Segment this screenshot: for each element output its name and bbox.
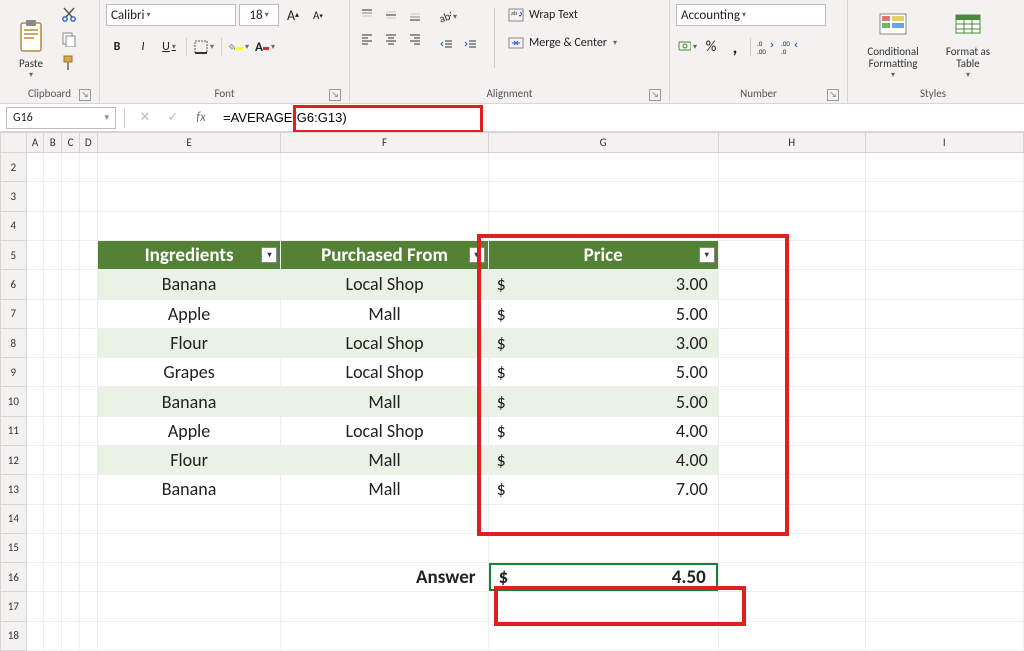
paste-label: Paste: [19, 57, 43, 70]
enter-formula-icon[interactable]: ✓: [163, 110, 183, 125]
align-left-icon[interactable]: [356, 28, 378, 50]
paste-button[interactable]: Paste ▾: [6, 4, 56, 82]
table-row[interactable]: Banana: [97, 475, 281, 504]
font-color-button[interactable]: A: [254, 36, 276, 58]
accounting-format-button[interactable]: [676, 36, 698, 58]
copy-icon[interactable]: [60, 30, 78, 48]
dialog-launcher-icon[interactable]: ↘: [649, 89, 661, 101]
table-row[interactable]: Banana: [97, 270, 281, 299]
table-row[interactable]: Grapes: [97, 358, 281, 387]
group-font: Calibri 18 A▴ A▾ B I U A Font ↘: [100, 0, 350, 103]
italic-button[interactable]: I: [132, 36, 154, 58]
format-as-table-button[interactable]: Format as Table ▾: [936, 4, 1000, 82]
dialog-launcher-icon[interactable]: ↘: [827, 89, 839, 101]
dialog-launcher-icon[interactable]: ↘: [329, 89, 341, 101]
align-center-icon[interactable]: [380, 28, 402, 50]
decrease-font-icon[interactable]: A▾: [307, 4, 329, 26]
increase-indent-icon[interactable]: [460, 34, 482, 56]
svg-text:ab: ab: [511, 9, 517, 17]
svg-text:.0: .0: [781, 47, 787, 55]
merge-center-button[interactable]: Merge & Center: [507, 34, 617, 52]
column-headers[interactable]: A B C D E F G H I: [1, 133, 1024, 153]
cancel-formula-icon[interactable]: ✕: [135, 110, 155, 125]
align-top-icon[interactable]: [356, 4, 378, 26]
chevron-down-icon: ▾: [104, 112, 109, 123]
group-label-styles: Styles: [920, 87, 946, 100]
group-label-alignment: Alignment: [487, 87, 533, 100]
format-painter-icon[interactable]: [60, 54, 78, 72]
filter-dropdown-icon[interactable]: ▾: [699, 247, 715, 263]
font-size-combo[interactable]: 18: [239, 4, 279, 26]
name-box[interactable]: G16 ▾: [6, 107, 116, 129]
ribbon: Paste ▾ Clipboard ↘ Calibri 18 A▴ A▾ B I …: [0, 0, 1024, 104]
formula-input[interactable]: [219, 107, 1024, 129]
fill-color-button[interactable]: [228, 36, 250, 58]
percent-button[interactable]: %: [700, 36, 722, 58]
border-button[interactable]: [193, 36, 215, 58]
font-name-combo[interactable]: Calibri: [106, 4, 236, 26]
decrease-decimal-icon[interactable]: .00.0: [779, 36, 801, 58]
dialog-launcher-icon[interactable]: ↘: [79, 89, 91, 101]
conditional-formatting-icon: [877, 6, 909, 44]
group-styles: Conditional Formatting ▾ Format as Table…: [848, 0, 1018, 103]
conditional-formatting-button[interactable]: Conditional Formatting ▾: [854, 4, 932, 82]
table-header-ingredients[interactable]: Ingredients▾: [97, 241, 281, 270]
underline-button[interactable]: U: [158, 36, 180, 58]
align-bottom-icon[interactable]: [404, 4, 426, 26]
select-all-corner[interactable]: [1, 133, 27, 153]
wrap-text-button[interactable]: ab Wrap Text: [507, 6, 617, 24]
format-table-icon: [952, 6, 984, 44]
filter-dropdown-icon[interactable]: ▾: [469, 247, 485, 263]
svg-text:.00: .00: [757, 47, 766, 55]
table-header-purchased-from[interactable]: Purchased From▾: [281, 241, 488, 270]
increase-font-icon[interactable]: A▴: [282, 4, 304, 26]
group-label-clipboard: Clipboard: [28, 87, 71, 100]
formula-bar: G16 ▾ ✕ ✓ fx: [0, 104, 1024, 132]
answer-value-cell[interactable]: $4.50: [488, 563, 718, 592]
bold-button[interactable]: B: [106, 36, 128, 58]
worksheet-grid[interactable]: A B C D E F G H I 2 3 4 5 Ingredients▾ P…: [0, 132, 1024, 651]
group-label-font: Font: [214, 87, 234, 100]
merge-icon: [507, 34, 525, 52]
group-clipboard: Paste ▾ Clipboard ↘: [0, 0, 100, 103]
answer-label-cell[interactable]: Answer: [281, 563, 488, 592]
table-row[interactable]: Banana: [97, 387, 281, 416]
align-right-icon[interactable]: [404, 28, 426, 50]
align-middle-icon[interactable]: [380, 4, 402, 26]
number-format-combo[interactable]: Accounting: [676, 4, 826, 26]
orientation-icon[interactable]: ab: [436, 6, 458, 28]
table-row[interactable]: Apple: [97, 416, 281, 445]
comma-button[interactable]: ,: [724, 36, 746, 58]
group-number: Accounting % , .0.00 .00.0 Number↘: [670, 0, 848, 103]
group-alignment: ab ab Wrap Text Merge & Center Alignment…: [350, 0, 670, 103]
cut-icon[interactable]: [60, 6, 78, 24]
wrap-text-icon: ab: [507, 6, 525, 24]
table-row[interactable]: Flour: [97, 446, 281, 475]
clipboard-icon: [15, 17, 47, 55]
group-label-number: Number: [740, 87, 777, 100]
decrease-indent-icon[interactable]: [436, 34, 458, 56]
table-row[interactable]: Apple: [97, 299, 281, 328]
svg-text:ab: ab: [437, 10, 451, 25]
filter-dropdown-icon[interactable]: ▾: [261, 247, 277, 263]
fx-icon[interactable]: fx: [191, 110, 211, 125]
increase-decimal-icon[interactable]: .0.00: [755, 36, 777, 58]
table-row[interactable]: Flour: [97, 328, 281, 357]
table-header-price[interactable]: Price▾: [488, 241, 718, 270]
